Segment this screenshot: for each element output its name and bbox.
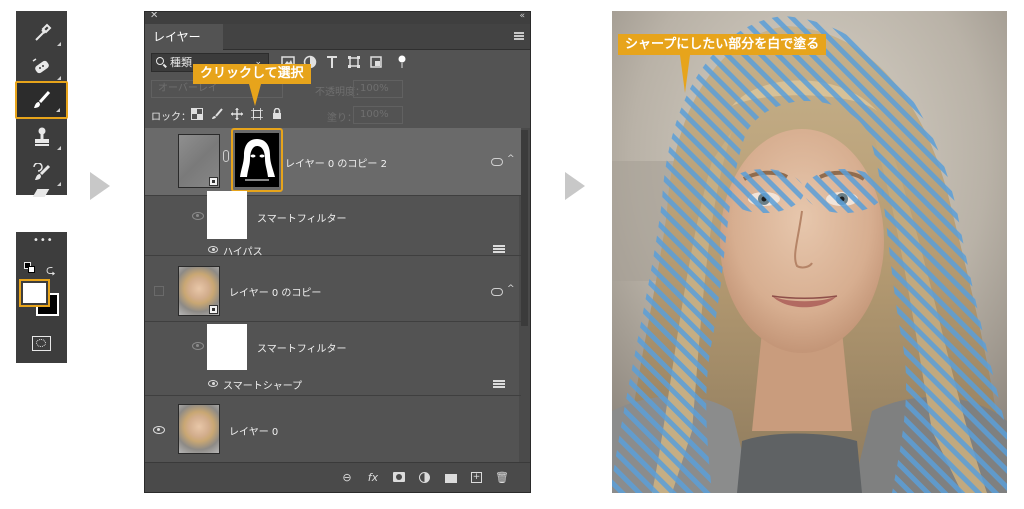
panel-titlebar: ✕ «: [145, 12, 530, 24]
filter-toggle-icon[interactable]: [395, 55, 409, 69]
adjustment-icon[interactable]: [419, 472, 431, 484]
smart-filter-row[interactable]: スマートフィルター ハイパス: [145, 191, 521, 258]
history-brush-tool[interactable]: [16, 155, 67, 191]
click-select-callout-tail: [249, 84, 261, 106]
eye-icon[interactable]: [208, 246, 218, 253]
lock-position-icon[interactable]: [231, 108, 243, 120]
smart-filter-label: スマートフィルター: [257, 344, 347, 355]
quick-mask-icon[interactable]: [32, 336, 51, 351]
kind-filter-label: 種類: [170, 56, 192, 69]
filter-name[interactable]: スマートシャープ: [223, 377, 302, 392]
opacity-input[interactable]: 100%: [353, 80, 403, 98]
smart-object-filter-icon[interactable]: [369, 55, 383, 69]
layer-name[interactable]: レイヤー 0: [229, 423, 278, 438]
filter-name[interactable]: ハイパス: [223, 243, 263, 258]
step-arrow-2: [565, 172, 585, 200]
layer-thumbnail[interactable]: [178, 404, 220, 454]
mask-icon[interactable]: [393, 472, 405, 484]
smart-object-badge: [209, 305, 218, 314]
fill-input[interactable]: 100%: [353, 106, 403, 124]
lock-artboard-icon[interactable]: [251, 108, 263, 120]
step-arrow-1: [90, 172, 110, 200]
search-icon: [156, 57, 164, 65]
panel-menu-icon[interactable]: [514, 32, 524, 40]
trash-icon[interactable]: 🗑: [495, 472, 509, 484]
clone-stamp-tool[interactable]: [16, 119, 67, 155]
layer-mask-thumbnail[interactable]: [231, 128, 283, 192]
layer-row[interactable]: レイヤー 0 のコピー ^: [145, 262, 521, 322]
smart-filter-row[interactable]: スマートフィルター スマートシャープ: [145, 322, 521, 396]
collapse-icon[interactable]: «: [519, 12, 525, 21]
mask-link-icon[interactable]: [223, 150, 229, 162]
layers-list: レイヤー 0 のコピー 2 ^ スマートフィルター ハイパス レイヤー 0 のコ…: [145, 128, 521, 468]
layer-row[interactable]: レイヤー 0: [145, 396, 521, 464]
close-icon[interactable]: ✕: [150, 12, 158, 21]
toolbar-strip: [15, 11, 68, 197]
eye-icon[interactable]: [192, 342, 204, 350]
smart-filter-mask-thumbnail[interactable]: [207, 324, 247, 370]
click-select-callout: クリックして選択: [193, 64, 311, 84]
layer-name[interactable]: レイヤー 0 のコピー: [229, 284, 321, 299]
chevron-up-icon[interactable]: ^: [507, 284, 515, 294]
smart-filter-label: スマートフィルター: [257, 214, 347, 225]
history-brush-icon: [32, 163, 50, 180]
lock-row: ロック： 塗り： 100%: [145, 102, 530, 128]
lock-pixels-icon[interactable]: [211, 108, 223, 120]
clone-stamp-icon: [34, 127, 49, 146]
smart-filter-mask-thumbnail[interactable]: [207, 191, 247, 239]
more-icon[interactable]: •••: [33, 235, 54, 246]
lock-label: ロック：: [151, 112, 191, 123]
filter-options-icon[interactable]: [493, 245, 505, 253]
link-icon[interactable]: ⊖: [341, 472, 353, 484]
layer-row[interactable]: レイヤー 0 のコピー 2 ^: [145, 128, 521, 196]
eye-icon[interactable]: [153, 426, 165, 434]
lock-all-icon[interactable]: [271, 108, 283, 120]
color-strip: ••• ⮎: [16, 232, 67, 363]
layer-thumbnail[interactable]: [178, 134, 220, 188]
visibility-toggle[interactable]: [154, 156, 164, 166]
eye-icon[interactable]: [192, 212, 204, 220]
fx-icon[interactable]: fx: [367, 472, 379, 484]
tab-layers[interactable]: レイヤー: [145, 24, 223, 50]
layer-name[interactable]: レイヤー 0 のコピー 2: [285, 155, 387, 170]
chevron-up-icon[interactable]: ^: [507, 154, 515, 164]
eyedropper-tool[interactable]: [16, 15, 67, 51]
type-filter-icon[interactable]: [325, 55, 339, 69]
healing-brush-tool[interactable]: [16, 49, 67, 85]
new-layer-icon[interactable]: +: [471, 472, 483, 484]
smart-filter-link-icon: [491, 288, 503, 296]
visibility-toggle[interactable]: [154, 286, 164, 296]
layer-thumbnail[interactable]: [178, 266, 220, 316]
paint-white-callout: シャープにしたい部分を白で塗る: [618, 34, 827, 55]
brush-tool[interactable]: [15, 81, 68, 119]
brush-icon: [33, 90, 50, 108]
lock-transparent-icon[interactable]: [191, 108, 203, 120]
portrait-photo: [612, 11, 1007, 493]
smart-object-badge: [209, 177, 218, 186]
foreground-color-swatch[interactable]: [19, 279, 50, 307]
filter-options-icon[interactable]: [493, 380, 505, 388]
smart-filter-link-icon: [491, 158, 503, 166]
mask-silhouette: [235, 133, 279, 187]
panel-footer: ⊖ fx + 🗑: [145, 462, 530, 492]
default-colors-icon[interactable]: [24, 262, 36, 274]
paint-white-callout-tail: [680, 55, 690, 93]
healing-brush-icon: [32, 58, 49, 74]
eraser-icon[interactable]: [32, 189, 50, 197]
panel-tab-bar: レイヤー: [145, 24, 530, 50]
portrait-image: [612, 11, 1007, 493]
shape-filter-icon[interactable]: [347, 55, 361, 69]
eyedropper-icon: [34, 23, 51, 41]
eye-icon[interactable]: [208, 380, 218, 387]
group-folder-icon[interactable]: [445, 472, 457, 484]
